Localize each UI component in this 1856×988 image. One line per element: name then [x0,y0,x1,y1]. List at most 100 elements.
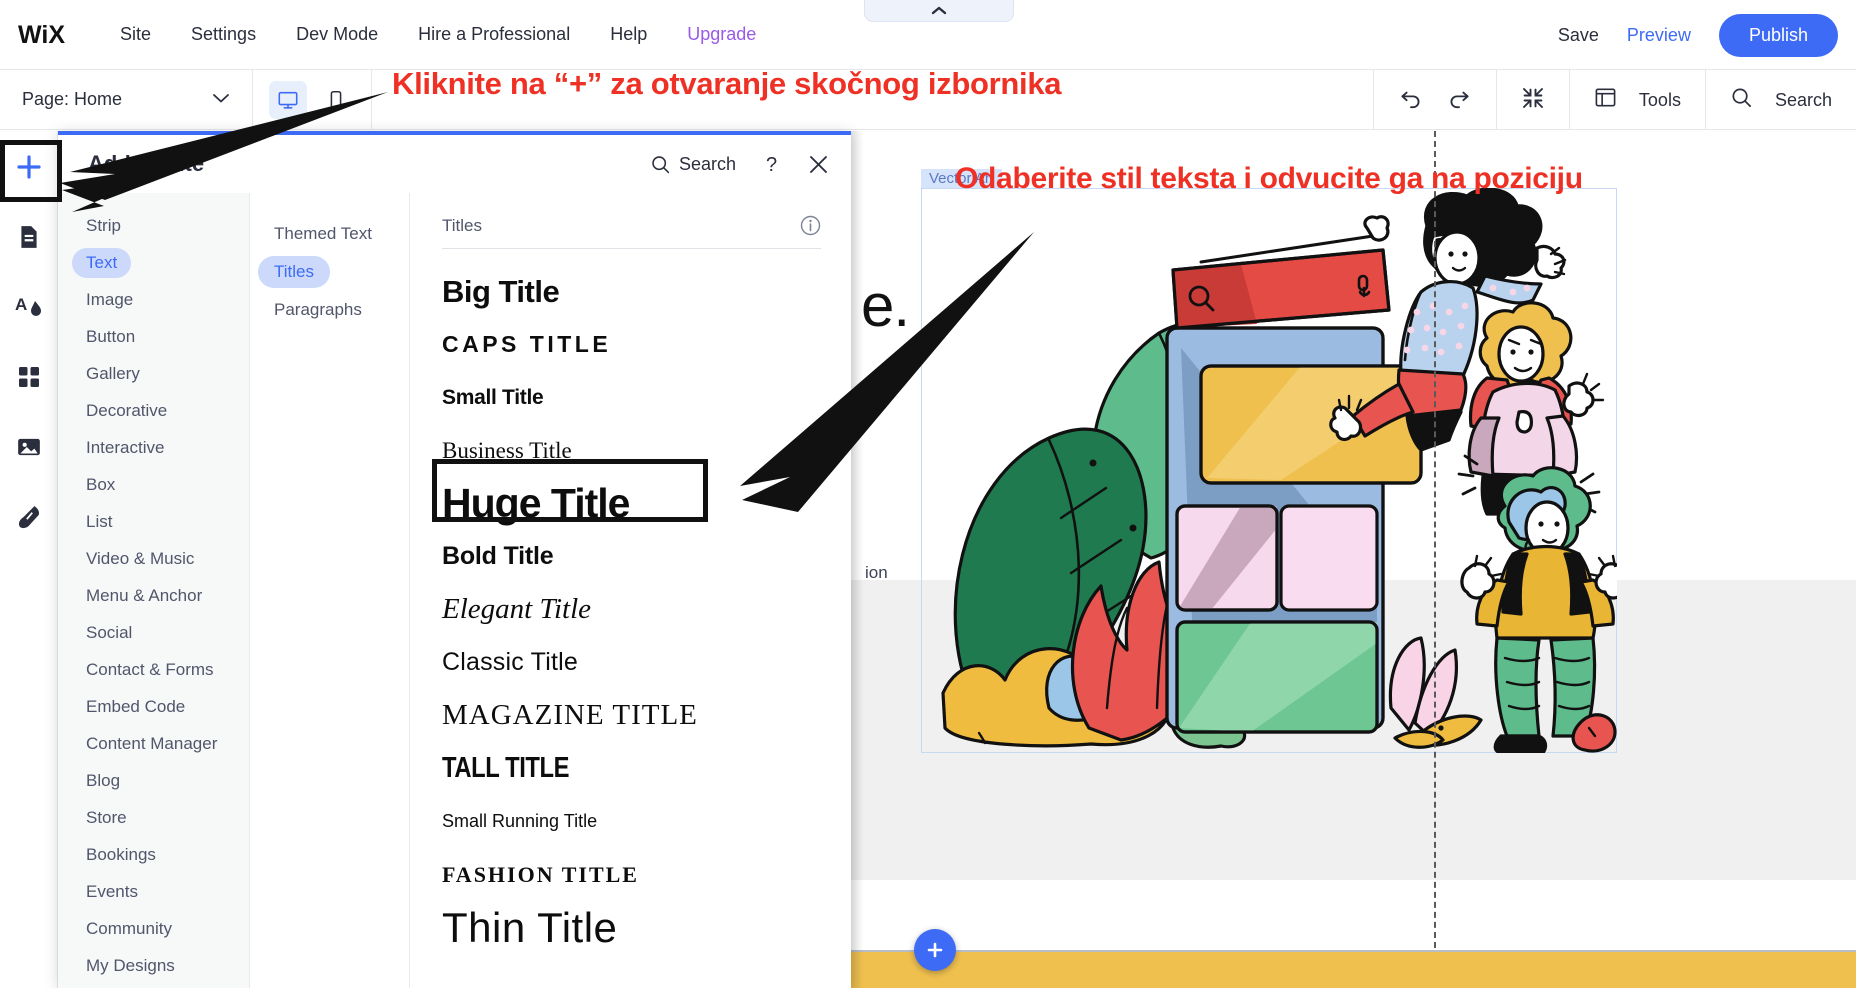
rail-add-elements-button[interactable] [7,145,51,189]
title-style-business-title[interactable]: Business Title [442,424,821,477]
add-panel-category-list: Strip Text Image Button Gallery Decorati… [58,193,250,988]
category-blog[interactable]: Blog [58,762,249,799]
rail-pages-button[interactable] [7,215,51,259]
title-style-thin-title[interactable]: Thin Title [442,901,821,954]
title-style-bold-title[interactable]: Bold Title [442,530,821,583]
four-squares-grid-icon [17,365,41,389]
page-selector-label: Page: Home [22,89,122,110]
editor-canvas: e. ion Vector Art [851,131,1856,988]
category-list[interactable]: List [58,503,249,540]
category-button[interactable]: Button [58,318,249,355]
add-panel-search-button[interactable]: Search [650,154,736,175]
undo-redo-group [1373,70,1496,130]
fountain-pen-icon [16,504,42,530]
canvas-left-shadow [851,131,863,988]
subcategory-titles[interactable]: Titles [250,253,409,291]
category-bookings[interactable]: Bookings [58,836,249,873]
layout-panel-icon-wrap [1594,86,1617,114]
rail-apps-button[interactable] [7,355,51,399]
title-style-fashion-title[interactable]: FASHION TITLE [442,848,821,901]
add-panel-help-button[interactable]: ? [762,153,782,175]
annotation-click-plus: Kliknite na “+” za otvaranje skočnog izb… [392,66,1061,102]
title-style-magazine-title[interactable]: MAGAZINE TITLE [442,689,821,742]
add-section-button[interactable] [914,929,956,971]
category-video-music[interactable]: Video & Music [58,540,249,577]
title-style-small-title[interactable]: Small Title [442,371,821,424]
add-to-site-panel: Add to Site Search ? [58,131,851,988]
title-style-caps-title[interactable]: CAPS TITLE [442,318,821,371]
title-style-label: CAPS TITLE [442,331,611,358]
category-gallery[interactable]: Gallery [58,355,249,392]
category-image[interactable]: Image [58,281,249,318]
topnav-upgrade[interactable]: Upgrade [687,24,756,45]
rail-media-button[interactable] [7,425,51,469]
collapse-toolbar-handle[interactable] [864,0,1014,22]
title-style-classic-title[interactable]: Classic Title [442,636,821,689]
category-box[interactable]: Box [58,466,249,503]
category-interactive[interactable]: Interactive [58,429,249,466]
image-picture-icon [16,434,42,460]
category-community[interactable]: Community [58,910,249,947]
topnav-hire-a-professional[interactable]: Hire a Professional [418,24,570,45]
layout-panel-icon [1594,86,1617,109]
add-panel-title: Add to Site [88,151,204,177]
title-style-label: Business Title [442,438,572,464]
tools-button[interactable]: Tools [1569,70,1705,130]
page-selector[interactable]: Page: Home [0,70,252,130]
category-menu-anchor[interactable]: Menu & Anchor [58,577,249,614]
category-my-designs[interactable]: My Designs [58,947,249,984]
category-text-label: Text [72,248,131,278]
undo-button[interactable] [1398,85,1424,116]
publish-button[interactable]: Publish [1719,14,1838,57]
info-circle-button[interactable] [800,215,821,236]
category-contact-forms[interactable]: Contact & Forms [58,651,249,688]
add-panel-close-button[interactable] [808,154,829,175]
rail-site-design-button[interactable]: A [7,285,51,329]
zoom-out-button[interactable] [1496,70,1569,130]
category-button-label: Button [72,322,149,352]
category-decorative[interactable]: Decorative [58,392,249,429]
rail-my-business-button[interactable] [7,495,51,539]
title-styles-column: Titles Big Title CAPS TITLE Small Title … [410,193,851,988]
category-content-manager[interactable]: Content Manager [58,725,249,762]
vector-art-illustration[interactable] [921,188,1617,753]
category-image-label: Image [72,285,147,315]
title-style-small-running-title[interactable]: Small Running Title [442,795,821,848]
category-social[interactable]: Social [58,614,249,651]
topnav-dev-mode[interactable]: Dev Mode [296,24,378,45]
title-style-big-title[interactable]: Big Title [442,265,821,318]
close-x-icon [808,154,829,175]
category-strip[interactable]: Strip [58,207,249,244]
category-text[interactable]: Text [58,244,249,281]
category-list-label: List [72,507,126,537]
title-style-huge-title[interactable]: Huge Title [442,477,821,530]
mobile-view-button[interactable] [317,81,355,119]
title-style-elegant-title[interactable]: Elegant Title [442,583,821,636]
search-label: Search [1775,90,1832,111]
topnav-settings[interactable]: Settings [191,24,256,45]
topnav-site[interactable]: Site [120,24,151,45]
topnav-help[interactable]: Help [610,24,647,45]
zoom-out-icon-wrap [1521,86,1545,115]
left-tool-rail: A [0,131,58,988]
category-events-label: Events [72,877,152,907]
category-store[interactable]: Store [58,799,249,836]
save-button[interactable]: Save [1558,25,1599,46]
title-style-tall-title[interactable]: TALL TITLE [442,742,821,795]
subcategory-titles-label: Titles [258,256,330,288]
canvas-bottom-strip[interactable] [851,950,1856,988]
preview-button[interactable]: Preview [1627,25,1691,46]
category-events[interactable]: Events [58,873,249,910]
category-embed-code[interactable]: Embed Code [58,688,249,725]
search-button[interactable]: Search [1705,70,1856,130]
tools-label: Tools [1639,90,1681,111]
category-box-label: Box [72,470,129,500]
add-panel-header: Add to Site Search ? [58,135,851,193]
subcategory-themed-text[interactable]: Themed Text [250,215,409,253]
subcategory-paragraphs[interactable]: Paragraphs [250,291,409,329]
desktop-view-button[interactable] [269,81,307,119]
redo-button[interactable] [1446,85,1472,116]
wix-logo-icon[interactable]: WiX [16,18,78,52]
title-style-label: Huge Title [442,480,629,527]
title-style-label: Classic Title [442,648,578,677]
